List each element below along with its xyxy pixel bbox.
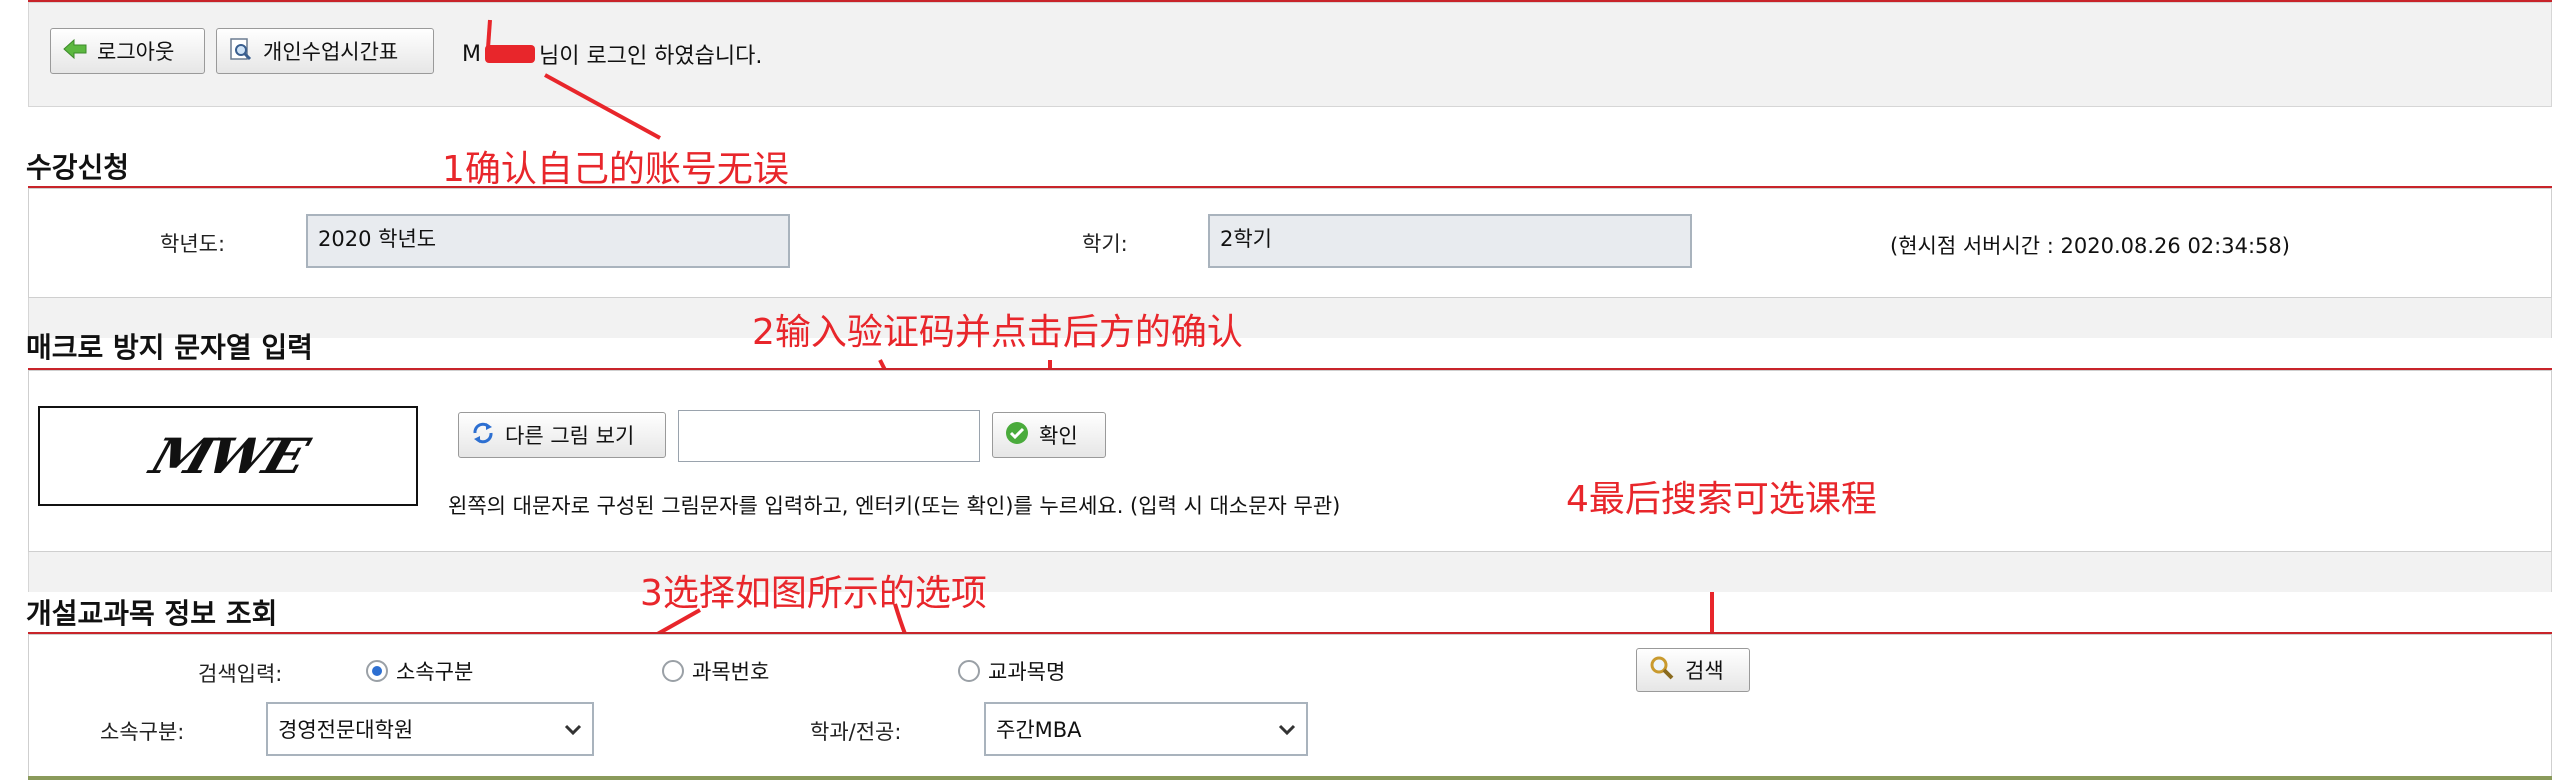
- search-input-label: 검색입력:: [198, 662, 283, 686]
- captcha-input[interactable]: [678, 410, 980, 462]
- annotation-step2: 2输入验证码并点击后方的确认: [752, 312, 1243, 353]
- radio-division-dot[interactable]: [366, 660, 388, 682]
- annotation-step4: 4最后搜索可选课程: [1566, 479, 1877, 520]
- section-title-course-search: 개설교과목 정보 조회: [26, 597, 278, 630]
- radio-course-name[interactable]: 교과목명: [958, 656, 1065, 686]
- radio-course-name-label: 교과목명: [988, 660, 1066, 684]
- section-title-registration: 수강신청: [26, 151, 130, 184]
- chevron-down-icon: [1278, 717, 1296, 741]
- refresh-icon: [471, 421, 495, 450]
- refresh-captcha-button[interactable]: 다른 그림 보기: [458, 412, 666, 458]
- major-select-value: 주간MBA: [996, 718, 1082, 742]
- separator-bar-1: [28, 298, 2552, 338]
- radio-course-number-dot[interactable]: [662, 660, 684, 682]
- chevron-down-icon: [564, 717, 582, 741]
- section-title-captcha: 매크로 방지 문자열 입력: [26, 331, 313, 364]
- captcha-confirm-button[interactable]: 확인: [992, 412, 1106, 458]
- major-select[interactable]: 주간MBA: [984, 702, 1308, 756]
- division-select[interactable]: 경영전문대학원: [266, 702, 594, 756]
- captcha-instruction: 왼쪽의 대문자로 구성된 그림문자를 입력하고, 엔터키(또는 확인)를 누르세…: [448, 494, 1341, 518]
- captcha-image-text: MWE: [143, 427, 313, 485]
- server-time: (현시점 서버시간 : 2020.08.26 02:34:58): [1890, 234, 2290, 258]
- semester-label: 학기:: [1082, 232, 1128, 256]
- search-button[interactable]: 검색: [1636, 648, 1750, 692]
- radio-division-label: 소속구분: [396, 660, 474, 684]
- separator-bar-2: [28, 552, 2552, 592]
- radio-course-name-dot[interactable]: [958, 660, 980, 682]
- refresh-captcha-label: 다른 그림 보기: [505, 424, 635, 448]
- search-label: 검색: [1685, 659, 1724, 683]
- year-label: 학년도:: [160, 232, 226, 256]
- year-field: 2020 학년도: [306, 214, 790, 268]
- major-label: 학과/전공:: [810, 720, 902, 744]
- radio-course-number[interactable]: 과목번호: [662, 656, 769, 686]
- radio-division[interactable]: 소속구분: [366, 656, 473, 686]
- division-select-value: 경영전문대학원: [278, 718, 414, 742]
- annotation-step1: 1确认自己的账号无误: [442, 149, 789, 190]
- captcha-confirm-label: 확인: [1039, 424, 1078, 448]
- bottom-olive-rule: [28, 776, 2552, 780]
- captcha-image: MWE: [38, 406, 418, 506]
- semester-field: 2학기: [1208, 214, 1692, 268]
- annotation-step3: 3选择如图所示的选项: [640, 573, 987, 614]
- search-icon: [1649, 655, 1675, 686]
- division-label: 소속구분:: [100, 720, 185, 744]
- radio-course-number-label: 과목번호: [692, 660, 770, 684]
- check-circle-icon: [1005, 421, 1029, 450]
